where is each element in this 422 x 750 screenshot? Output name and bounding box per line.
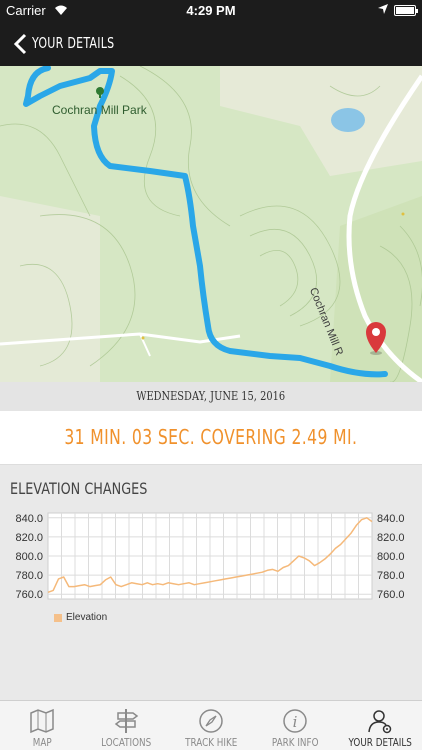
y-tick-label-left: 820.0 <box>15 532 43 544</box>
user-settings-icon <box>368 710 392 734</box>
y-tick-label-right: 800.0 <box>377 551 405 563</box>
route-map[interactable]: Cochran Mill Park Cochran Mill R <box>0 66 422 382</box>
tab-your-details[interactable]: YOUR DETAILS <box>338 701 422 750</box>
page-title: YOUR DETAILS <box>32 34 115 52</box>
tab-park-info[interactable]: i PARK INFO <box>253 701 337 750</box>
chart-legend: Elevation <box>54 612 107 623</box>
tab-bar: MAP LOCATIONS TRACK HIKE i PARK INFO YOU… <box>0 700 422 750</box>
y-tick-label-right: 820.0 <box>377 532 405 544</box>
battery-icon <box>394 5 418 16</box>
tab-track-hike-label: TRACK HIKE <box>184 736 238 749</box>
park-label: Cochran Mill Park <box>52 103 147 117</box>
map-icon <box>30 708 54 734</box>
y-tick-label-right: 840.0 <box>377 513 405 525</box>
navigation-bar: YOUR DETAILS <box>0 22 422 66</box>
hike-summary: 31 MIN. 03 SEC. COVERING 2.49 MI. <box>0 411 422 465</box>
tab-locations-label: LOCATIONS <box>101 736 152 749</box>
y-tick-label-right: 760.0 <box>377 589 405 601</box>
tab-map[interactable]: MAP <box>0 701 84 750</box>
legend-swatch <box>54 613 62 622</box>
y-tick-label-left: 780.0 <box>15 570 43 582</box>
y-tick-label-left: 840.0 <box>15 513 43 525</box>
compass-icon <box>199 709 223 733</box>
location-arrow-icon <box>378 4 388 14</box>
y-tick-label-left: 800.0 <box>15 551 43 563</box>
info-icon: i <box>283 709 308 733</box>
tab-your-details-label: YOUR DETAILS <box>348 736 412 749</box>
hike-date-bar: WEDNESDAY, JUNE 15, 2016 <box>0 382 422 411</box>
y-tick-label-right: 780.0 <box>377 570 405 582</box>
status-bar: Carrier 4:29 PM <box>0 0 422 22</box>
hike-date: WEDNESDAY, JUNE 15, 2016 <box>136 389 286 403</box>
tab-park-info-label: PARK INFO <box>272 736 319 749</box>
hike-summary-text: 31 MIN. 03 SEC. COVERING 2.49 MI. <box>64 425 358 449</box>
y-tick-label-left: 760.0 <box>15 589 43 601</box>
elevation-heading: ELEVATION CHANGES <box>10 479 148 498</box>
elevation-section: ELEVATION CHANGES 840.0 840.0 820.0 820.0 80… <box>0 465 422 700</box>
tab-map-label: MAP <box>32 736 52 749</box>
tab-track-hike[interactable]: TRACK HIKE <box>169 701 253 750</box>
svg-text:i: i <box>293 713 298 731</box>
back-chevron-icon[interactable] <box>10 32 34 56</box>
signpost-icon <box>114 709 138 733</box>
status-time: 4:29 PM <box>186 3 236 18</box>
tab-locations[interactable]: LOCATIONS <box>84 701 168 750</box>
legend-label: Elevation <box>66 612 108 623</box>
